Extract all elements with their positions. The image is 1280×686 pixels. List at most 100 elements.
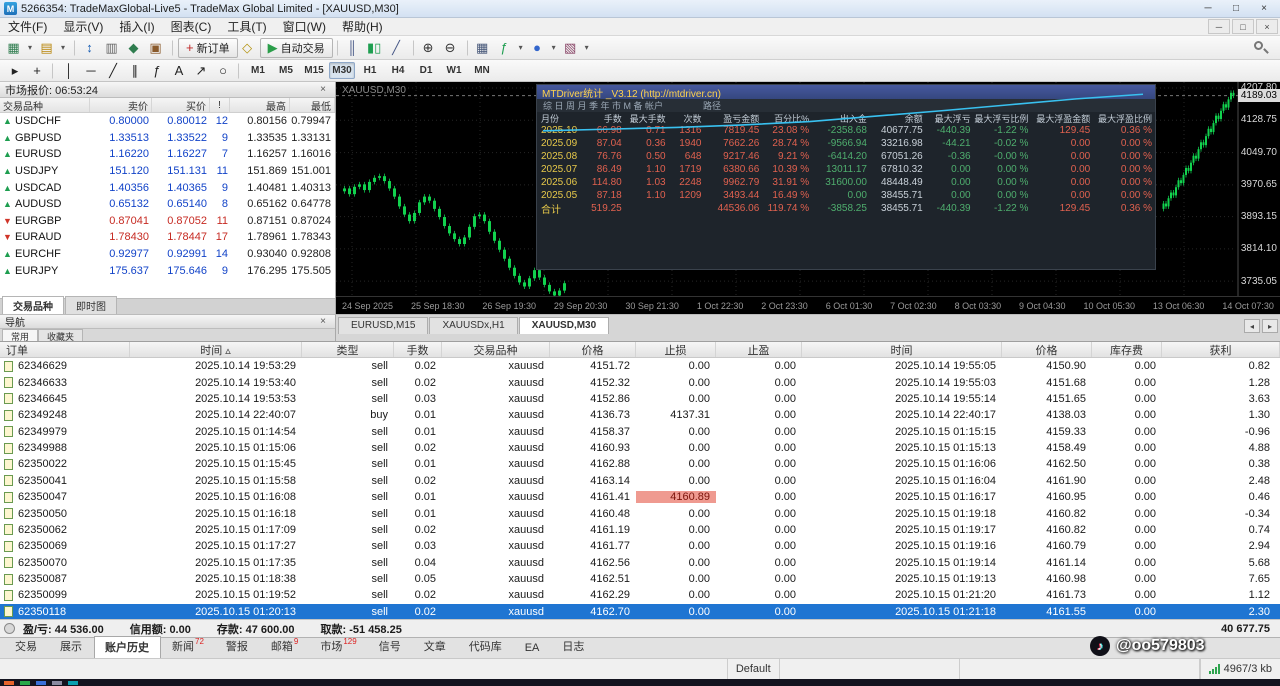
text-icon[interactable]: A [168,61,190,81]
chart-tab[interactable]: XAUUSD,M30 [519,317,609,334]
order-row[interactable]: 62350099 2025.10.15 01:19:52 sell 0.02 x… [0,587,1280,603]
toolbox-icon[interactable]: ▣ [146,38,168,58]
menu-item[interactable]: 帮助(H) [334,18,391,35]
orders-column-header[interactable]: 止盈 [716,342,802,357]
separator[interactable] [172,40,174,56]
terminal-tab[interactable]: 新闻 72 [161,635,215,658]
order-row[interactable]: 62350069 2025.10.15 01:17:27 sell 0.03 x… [0,538,1280,554]
terminal-tab[interactable]: 交易 [4,635,49,658]
order-row[interactable]: 62350070 2025.10.15 01:17:35 sell 0.04 x… [0,555,1280,571]
minimize-button[interactable]: ─ [1194,1,1222,17]
close-button[interactable]: × [1250,1,1278,17]
timeframe-button[interactable]: MN [469,62,495,79]
close-icon[interactable]: × [316,84,330,95]
timeframe-button[interactable]: M30 [329,62,355,79]
order-row[interactable]: 62350062 2025.10.15 01:17:09 sell 0.02 x… [0,522,1280,538]
search-icon[interactable] [1252,39,1270,57]
market-watch-icon[interactable]: ↕ [80,38,102,58]
orders-column-header[interactable]: 止损 [636,342,716,357]
menu-item[interactable]: 窗口(W) [275,18,334,35]
column-header[interactable]: ! [210,98,230,112]
timeframe-button[interactable]: H1 [357,62,383,79]
market-watch-row[interactable]: EURGBP 0.87041 0.87052 11 0.87151 0.8702… [0,213,335,230]
periods-caret[interactable]: ▾ [550,38,561,58]
market-watch-row[interactable]: EURCHF 0.92977 0.92991 14 0.93040 0.9280… [0,246,335,263]
menu-item[interactable]: 图表(C) [163,18,220,35]
terminal-tab[interactable]: 文章 [413,635,458,658]
vertical-line-icon[interactable]: │ [58,61,80,81]
terminal-tab[interactable]: 展示 [49,635,94,658]
market-watch-row[interactable]: EURJPY 175.637 175.646 9 176.295 175.505 [0,262,335,279]
chart-minimize-button[interactable]: ─ [1208,19,1230,34]
zoom-in-icon[interactable]: ⊕ [419,38,441,58]
order-row[interactable]: 62346633 2025.10.14 19:53:40 sell 0.02 x… [0,374,1280,390]
chart-close-button[interactable]: × [1256,19,1278,34]
connection-status[interactable]: 4967/3 kb [1200,659,1280,679]
terminal-tab[interactable]: 邮箱 9 [260,635,309,658]
menu-item[interactable]: 显示(V) [55,18,111,35]
order-row[interactable]: 62350041 2025.10.15 01:15:58 sell 0.02 x… [0,473,1280,489]
fibonacci-icon[interactable]: ƒ [146,61,168,81]
terminal-tab[interactable]: 代码库 [458,635,514,658]
price-scale[interactable]: 4207.804128.754049.703970.653893.153814.… [1238,82,1280,296]
profile-selector[interactable]: Default [728,659,780,679]
orders-column-header[interactable]: 类型 [302,342,394,357]
separator[interactable] [467,40,469,56]
timeframe-button[interactable]: D1 [413,62,439,79]
chart-area[interactable]: XAUUSD,M30 4207.804128.754049.703970.653… [336,82,1280,314]
orders-column-header[interactable]: 库存费 [1092,342,1162,357]
market-watch-row[interactable]: USDCAD 1.40356 1.40365 9 1.40481 1.40313 [0,179,335,196]
periods-icon[interactable]: ● [528,38,550,58]
terminal-tab[interactable]: 日志 [551,635,596,658]
arrows-icon[interactable]: ↗ [190,61,212,81]
timeframe-button[interactable]: H4 [385,62,411,79]
orders-column-header[interactable]: 订单 [0,342,130,357]
order-row[interactable]: 62346645 2025.10.14 19:53:53 sell 0.03 x… [0,391,1280,407]
shapes-icon[interactable]: ○ [212,61,234,81]
market-watch-tab[interactable]: 即时图 [65,296,117,314]
order-row[interactable]: 62349248 2025.10.14 22:40:07 buy 0.01 xa… [0,407,1280,423]
terminal-tab[interactable]: 信号 [368,635,413,658]
crosshair-icon[interactable]: + [26,61,48,81]
templates-icon[interactable]: ▧ [561,38,583,58]
time-axis[interactable]: 24 Sep 202525 Sep 18:3026 Sep 19:3029 Se… [336,296,1280,314]
market-watch-tab[interactable]: 交易品种 [2,296,64,314]
tab-scroll-right-icon[interactable]: ▸ [1262,319,1278,333]
market-watch-row[interactable]: EURAUD 1.78430 1.78447 17 1.78961 1.7834… [0,229,335,246]
separator[interactable] [337,40,339,56]
tab-scroll-left-icon[interactable]: ◂ [1244,319,1260,333]
new-chart-icon[interactable]: ▦ [4,38,26,58]
market-watch-row[interactable]: AUDUSD 0.65132 0.65140 8 0.65162 0.64778 [0,196,335,213]
order-row[interactable]: 62346629 2025.10.14 19:53:29 sell 0.02 x… [0,358,1280,374]
separator[interactable] [74,40,76,56]
indicators-caret[interactable]: ▾ [517,38,528,58]
orders-column-header[interactable]: 时间 [802,342,1002,357]
bar-chart-icon[interactable]: ║ [343,38,365,58]
order-row[interactable]: 62349988 2025.10.15 01:15:06 sell 0.02 x… [0,440,1280,456]
order-row[interactable]: 62350047 2025.10.15 01:16:08 sell 0.01 x… [0,489,1280,505]
metaeditor-icon[interactable]: ◇ [238,38,260,58]
terminal-tab[interactable]: 市场 129 [309,635,367,658]
order-row[interactable]: 62350050 2025.10.15 01:16:18 sell 0.01 x… [0,505,1280,521]
autotrading-button[interactable]: ▶ 自动交易 [260,38,333,58]
terminal-tab[interactable]: 账户历史 [94,636,161,658]
line-chart-icon[interactable]: ╱ [387,38,409,58]
profiles-icon[interactable]: ▤ [37,38,59,58]
new-chart-caret[interactable]: ▾ [26,38,37,58]
zoom-out-icon[interactable]: ⊖ [441,38,463,58]
column-header[interactable]: 交易品种 [0,98,90,112]
close-icon[interactable]: × [316,316,330,327]
market-watch-row[interactable]: EURUSD 1.16220 1.16227 7 1.16257 1.16016 [0,146,335,163]
trendline-icon[interactable]: ╱ [102,61,124,81]
order-row[interactable]: 62350022 2025.10.15 01:15:45 sell 0.01 x… [0,456,1280,472]
menu-item[interactable]: 文件(F) [0,18,55,35]
channel-icon[interactable]: ∥ [124,61,146,81]
profiles-caret[interactable]: ▾ [59,38,70,58]
column-header[interactable]: 卖价 [90,98,152,112]
menu-item[interactable]: 工具(T) [219,18,274,35]
order-row[interactable]: 62350118 2025.10.15 01:20:13 sell 0.02 x… [0,604,1280,620]
templates-caret[interactable]: ▾ [583,38,594,58]
chart-tab[interactable]: EURUSD,M15 [338,317,428,334]
column-header[interactable]: 最低 [290,98,335,112]
market-watch-row[interactable]: GBPUSD 1.33513 1.33522 9 1.33535 1.33131 [0,130,335,147]
